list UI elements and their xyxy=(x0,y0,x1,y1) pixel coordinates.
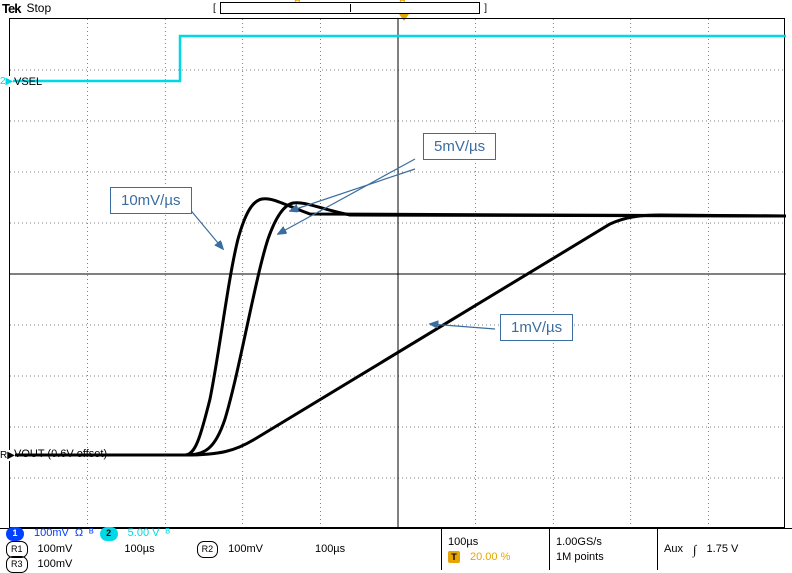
trigger-position: 20.00 % xyxy=(470,550,510,565)
trigger-marker-a-icon: ⎴ xyxy=(295,0,300,14)
ch2-label: VSEL xyxy=(14,76,42,88)
ch1-bw-icon: ᴮ xyxy=(89,526,94,541)
ref-marker-icon: R▶ xyxy=(0,450,15,461)
annotation-5mv: 5mV/µs xyxy=(423,133,496,160)
grid xyxy=(10,19,786,529)
rising-edge-icon: ∫ xyxy=(693,542,697,557)
ch2-marker-icon: 2▶ xyxy=(0,76,13,87)
trigger-marker-b-icon: ⎴ xyxy=(400,0,405,14)
timebase-readout: 100µs T 20.00 % xyxy=(442,529,550,570)
annotation-arrows xyxy=(188,159,495,329)
trace-vout-1mv xyxy=(185,215,786,455)
r1-time: 100µs xyxy=(124,542,154,557)
timebase-ruler: [ ] xyxy=(220,2,480,14)
trigger-level: 1.75 V xyxy=(707,542,739,557)
timebase: 100µs xyxy=(448,535,478,550)
waveform-display xyxy=(9,18,785,528)
r2-time: 100µs xyxy=(315,542,345,557)
r2-scale: 100mV xyxy=(228,542,263,557)
ch2-bw-icon: ᴮ xyxy=(165,526,170,541)
brand-logo: Tek xyxy=(2,1,20,16)
run-state: Stop xyxy=(26,1,51,15)
record-length: 1M points xyxy=(556,550,604,565)
annotation-10mv: 10mV/µs xyxy=(110,187,192,214)
annotation-1mv: 1mV/µs xyxy=(500,314,573,341)
waveform-svg xyxy=(10,19,786,529)
acquisition-readout: 1.00GS/s 1M points xyxy=(550,529,658,570)
scope-bottombar: 1 100mV Ω ᴮ 2 5.00 V ᴮ R1 100mV 100µs R2… xyxy=(0,528,792,570)
trigger-readout: Aux ∫ 1.75 V xyxy=(658,529,792,570)
r1-scale: 100mV xyxy=(38,542,73,557)
trigger-source: Aux xyxy=(664,542,683,557)
ch2-pill: 2 xyxy=(100,527,118,541)
ch1-ohm-icon: Ω xyxy=(75,526,83,541)
trigger-t-icon: T xyxy=(448,551,460,563)
sample-rate: 1.00GS/s xyxy=(556,535,602,550)
ch1-pill: 1 xyxy=(6,527,24,541)
r3-pill: R3 xyxy=(6,556,28,573)
trace-vout-10mv xyxy=(185,199,786,455)
channel-readout: 1 100mV Ω ᴮ 2 5.00 V ᴮ R1 100mV 100µs R2… xyxy=(0,529,442,570)
ref-label: VOUT (0.6V offset) xyxy=(14,448,107,460)
ch2-scale: 5.00 V xyxy=(128,526,160,541)
ch1-scale: 100mV xyxy=(34,526,69,541)
